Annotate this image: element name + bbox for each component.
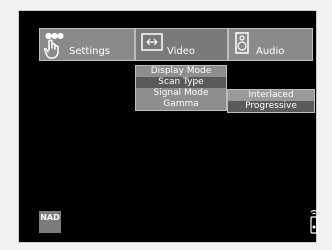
option-progressive[interactable]: Progressive	[228, 101, 314, 112]
menu-item-signal-mode[interactable]: Signal Mode	[136, 88, 226, 99]
tab-audio-label: Audio	[256, 46, 285, 57]
speaker-icon	[235, 32, 249, 54]
tab-settings[interactable]: ●●● Settings	[39, 28, 135, 61]
video-screen-icon	[141, 33, 163, 51]
menu-item-scan-type[interactable]: Scan Type	[136, 77, 226, 88]
option-interlaced[interactable]: Interlaced	[228, 90, 314, 101]
scan-type-submenu: Interlaced Progressive	[227, 89, 315, 113]
menu-item-display-mode[interactable]: Display Mode	[136, 66, 226, 77]
hand-pointer-icon	[44, 39, 59, 59]
nad-logo: NAD	[39, 211, 61, 233]
tab-video-label: Video	[167, 46, 196, 57]
remote-control-icon	[310, 210, 318, 234]
tab-video[interactable]: Video	[135, 28, 228, 61]
tab-settings-label: Settings	[69, 46, 111, 57]
menu-screen: ●●● Settings Video Audio Display Mode Sc…	[18, 10, 318, 243]
nad-logo-text: NAD	[40, 213, 60, 222]
tab-audio[interactable]: Audio	[228, 28, 313, 61]
video-dropdown-menu: Display Mode Scan Type Signal Mode Gamma	[135, 65, 227, 111]
menu-item-gamma[interactable]: Gamma	[136, 99, 226, 110]
